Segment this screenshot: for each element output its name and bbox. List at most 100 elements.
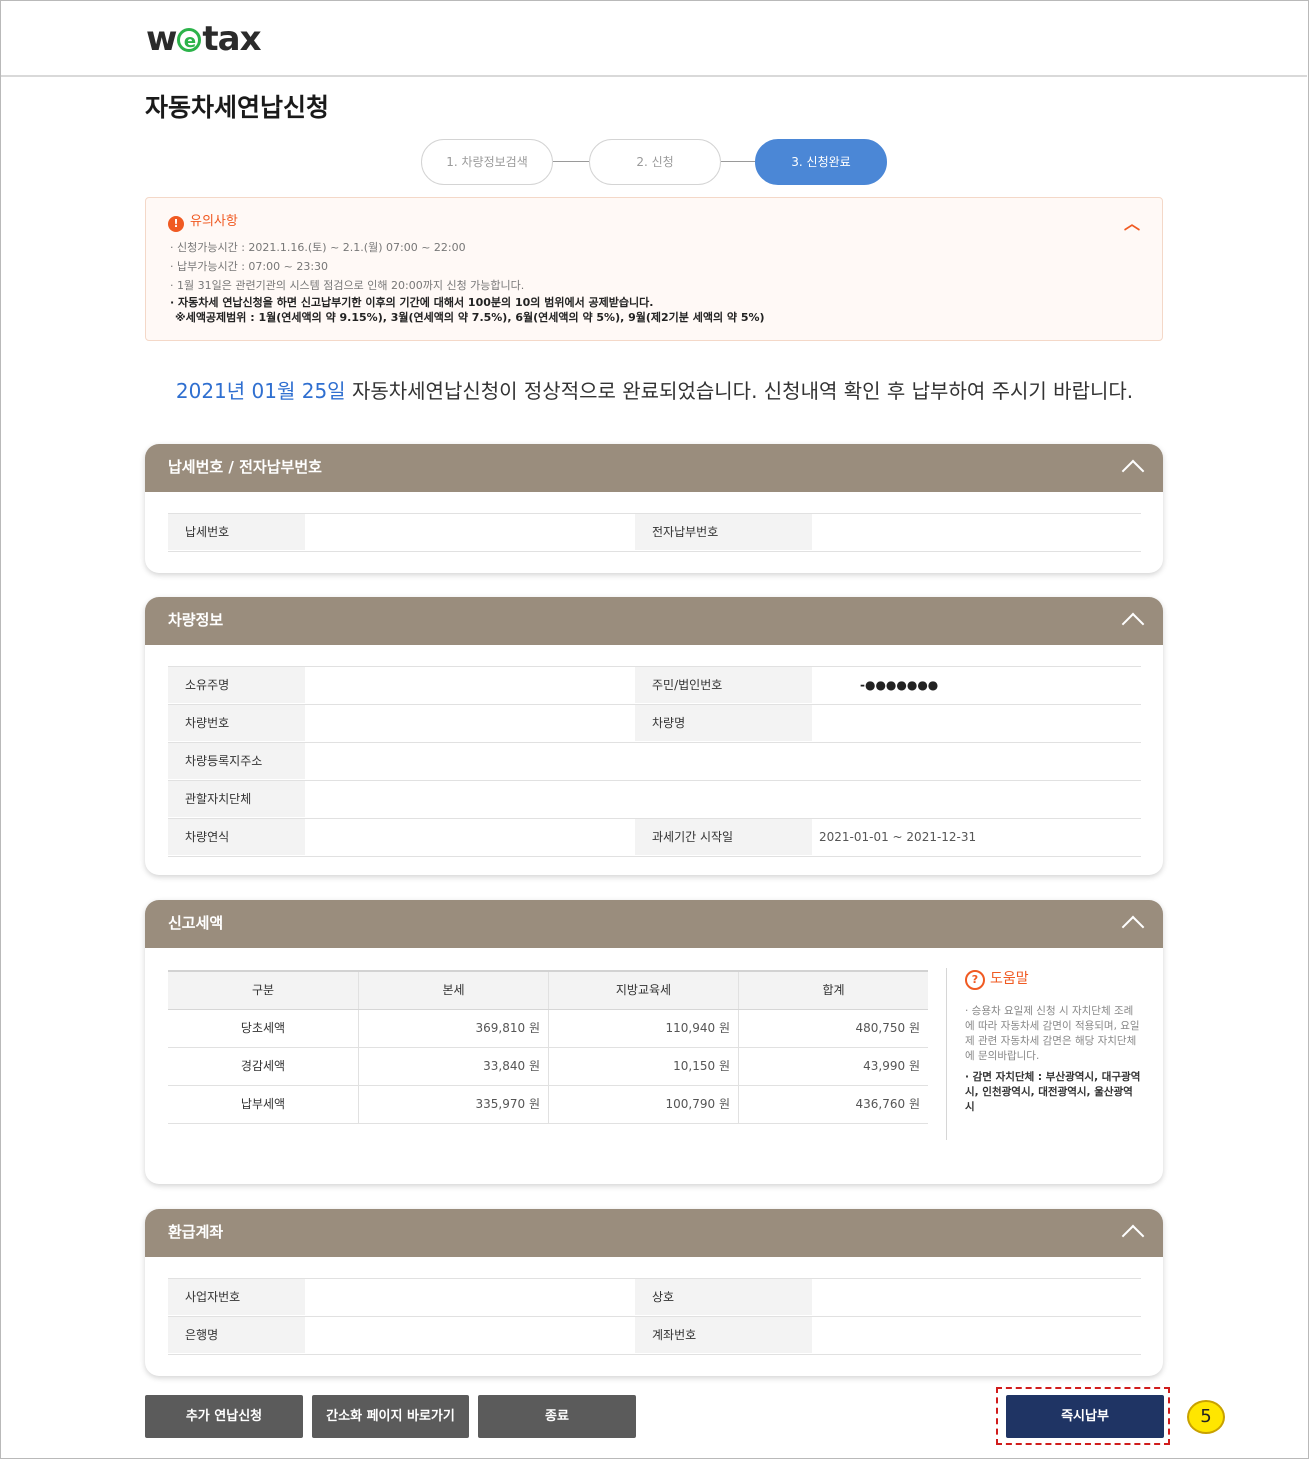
notice-title: ! 유의사항: [168, 210, 238, 232]
value-account-number: [812, 1317, 1142, 1353]
collapse-chevron-icon[interactable]: [1121, 459, 1145, 483]
table-cell: 경감세액: [240, 1059, 286, 1073]
wetax-logo[interactable]: w e tax: [146, 19, 262, 59]
label-bank-name: 은행명: [168, 1317, 305, 1353]
col-header: 구분: [251, 983, 275, 997]
help-text-exempt: · 감면 자치단체 : 부산광역시, 대구광역시, 인천광역시, 대전광역시, …: [965, 1071, 1141, 1113]
pay-now-button[interactable]: 즉시납부: [1006, 1395, 1164, 1438]
label-owner: 소유주명: [168, 667, 305, 703]
table-row: 소유주명 주민/법인번호 -●●●●●●●: [168, 666, 1141, 705]
table-cell: 100,790 원: [548, 1086, 738, 1123]
tax-table: 구분 본세 지방교육세 합계 당초세액 369,810 원 110,940 원 …: [168, 970, 928, 1124]
table-cell: 10,150 원: [548, 1048, 738, 1085]
step-1: 1. 차량정보검색: [421, 139, 553, 185]
table-row: 차량등록지주소: [168, 743, 1141, 781]
notice-item: · 1월 31일은 관련기관의 시스템 점검으로 인해 20:00까지 신청 가…: [170, 279, 525, 292]
label-registration-address: 차량등록지주소: [168, 743, 305, 779]
step-3-active: 3. 신청완료: [755, 139, 887, 185]
notice-item: · 납부가능시간 : 07:00 ~ 23:30: [170, 260, 329, 273]
panel-title: 환급계좌: [168, 1223, 224, 1241]
panel-header: 차량정보: [145, 597, 1163, 645]
panel-title: 차량정보: [168, 611, 224, 629]
step-number-badge: 5: [1187, 1400, 1225, 1434]
completion-text: 자동차세연납신청이 정상적으로 완료되었습니다. 신청내역 확인 후 납부하여 …: [345, 379, 1134, 403]
step-2: 2. 신청: [589, 139, 721, 185]
additional-application-button[interactable]: 추가 연납신청: [145, 1395, 303, 1438]
collapse-chevron-icon[interactable]: [1121, 612, 1145, 636]
label-tax-number: 납세번호: [168, 514, 305, 550]
table-row: 납세번호 전자납부번호: [168, 513, 1141, 552]
value-car-year: [305, 819, 635, 855]
collapse-notice-icon[interactable]: ︿: [1124, 210, 1140, 234]
help-text: · 승용차 요일제 신청 시 자치단체 조례에 따라 자동차세 감면이 적용되며…: [965, 1005, 1140, 1062]
table-cell: 335,970 원: [358, 1086, 548, 1123]
notice-box: ! 유의사항 ︿ · 신청가능시간 : 2021.1.16.(토) ~ 2.1.(…: [145, 197, 1163, 341]
label-e-pay-number: 전자납부번호: [635, 514, 812, 550]
close-button[interactable]: 종료: [478, 1395, 636, 1438]
table-row: 납부세액 335,970 원 100,790 원 436,760 원: [168, 1086, 928, 1124]
table-row: 은행명 계좌번호: [168, 1317, 1141, 1355]
table-row: 차량연식 과세기간 시작일 2021-01-01 ~ 2021-12-31: [168, 819, 1141, 857]
collapse-chevron-icon[interactable]: [1121, 915, 1145, 939]
collapse-chevron-icon[interactable]: [1121, 1224, 1145, 1248]
value-bank-name: [305, 1317, 635, 1353]
value-registration-address: [305, 743, 1142, 779]
value-business-number: [305, 1279, 635, 1315]
value-tax-number: [305, 514, 635, 550]
label-account-number: 계좌번호: [635, 1317, 812, 1353]
value-local-government: [305, 781, 1142, 817]
help-title: ? 도움말: [965, 968, 1141, 990]
help-box: ? 도움말 · 승용차 요일제 신청 시 자치단체 조례에 따라 자동차세 감면이…: [946, 968, 1141, 1140]
step-indicator: 1. 차량정보검색 2. 신청 3. 신청완료: [421, 139, 891, 185]
label-business-number: 사업자번호: [168, 1279, 305, 1315]
vehicle-grid: 소유주명 주민/법인번호 -●●●●●●● 차량번호 차량명 차량등록지주소 관…: [168, 666, 1141, 857]
completion-message: 2021년 01월 25일 자동차세연납신청이 정상적으로 완료되었습니다. 신…: [0, 375, 1309, 404]
step-connector: [721, 161, 755, 162]
table-cell: 33,840 원: [358, 1048, 548, 1085]
table-header-row: 구분 본세 지방교육세 합계: [168, 972, 928, 1010]
value-company-name: [812, 1279, 1142, 1315]
tax-number-grid: 납세번호 전자납부번호: [168, 513, 1141, 552]
table-cell: 43,990 원: [738, 1048, 928, 1085]
table-cell: 납부세액: [240, 1097, 286, 1111]
value-owner: [305, 667, 635, 703]
label-car-number: 차량번호: [168, 705, 305, 741]
value-car-number: [305, 705, 635, 741]
refund-grid: 사업자번호 상호 은행명 계좌번호: [168, 1278, 1141, 1355]
table-row: 관할자치단체: [168, 781, 1141, 819]
label-local-government: 관할자치단체: [168, 781, 305, 817]
logo-text-tax: tax: [202, 19, 261, 59]
step-connector: [553, 161, 589, 162]
logo-text-w: w: [146, 19, 177, 59]
panel-header: 신고세액: [145, 900, 1163, 948]
notice-item: · 신청가능시간 : 2021.1.16.(토) ~ 2.1.(월) 07:00…: [170, 241, 466, 254]
notice-item: ※세액공제범위 : 1월(연세액의 약 9.15%), 3월(연세액의 약 7.…: [175, 311, 765, 324]
value-resident-id: -●●●●●●●: [860, 678, 939, 692]
table-row: 차량번호 차량명: [168, 705, 1141, 743]
value-car-name: [812, 705, 1142, 741]
table-row: 사업자번호 상호: [168, 1278, 1141, 1317]
col-header: 지방교육세: [548, 972, 738, 1009]
table-cell: 436,760 원: [738, 1086, 928, 1123]
label-resident-id: 주민/법인번호: [635, 667, 812, 703]
vehicle-info-panel: 차량정보 소유주명 주민/법인번호 -●●●●●●● 차량번호 차량명 차량등록…: [145, 597, 1163, 875]
simple-page-button[interactable]: 간소화 페이지 바로가기: [312, 1395, 469, 1438]
table-cell: 369,810 원: [358, 1010, 548, 1047]
col-header: 본세: [358, 972, 548, 1009]
notice-title-text: 유의사항: [190, 214, 238, 229]
label-car-name: 차량명: [635, 705, 812, 741]
col-header: 합계: [738, 972, 928, 1009]
table-cell: 당초세액: [240, 1021, 286, 1035]
panel-header: 환급계좌: [145, 1209, 1163, 1257]
value-e-pay-number: [812, 514, 1142, 550]
table-cell: 110,940 원: [548, 1010, 738, 1047]
panel-title: 신고세액: [168, 914, 224, 932]
label-car-year: 차량연식: [168, 819, 305, 855]
completion-date: 2021년 01월 25일: [175, 379, 346, 403]
panel-header: 납세번호 / 전자납부번호: [145, 444, 1163, 492]
help-title-text: 도움말: [990, 971, 1029, 987]
label-tax-period: 과세기간 시작일: [635, 819, 812, 855]
notice-item: · 자동차세 연납신청을 하면 신고납부기한 이후의 기간에 대해서 100분의…: [170, 296, 654, 309]
logo-e-mark: e: [177, 28, 202, 52]
table-row: 당초세액 369,810 원 110,940 원 480,750 원: [168, 1010, 928, 1048]
